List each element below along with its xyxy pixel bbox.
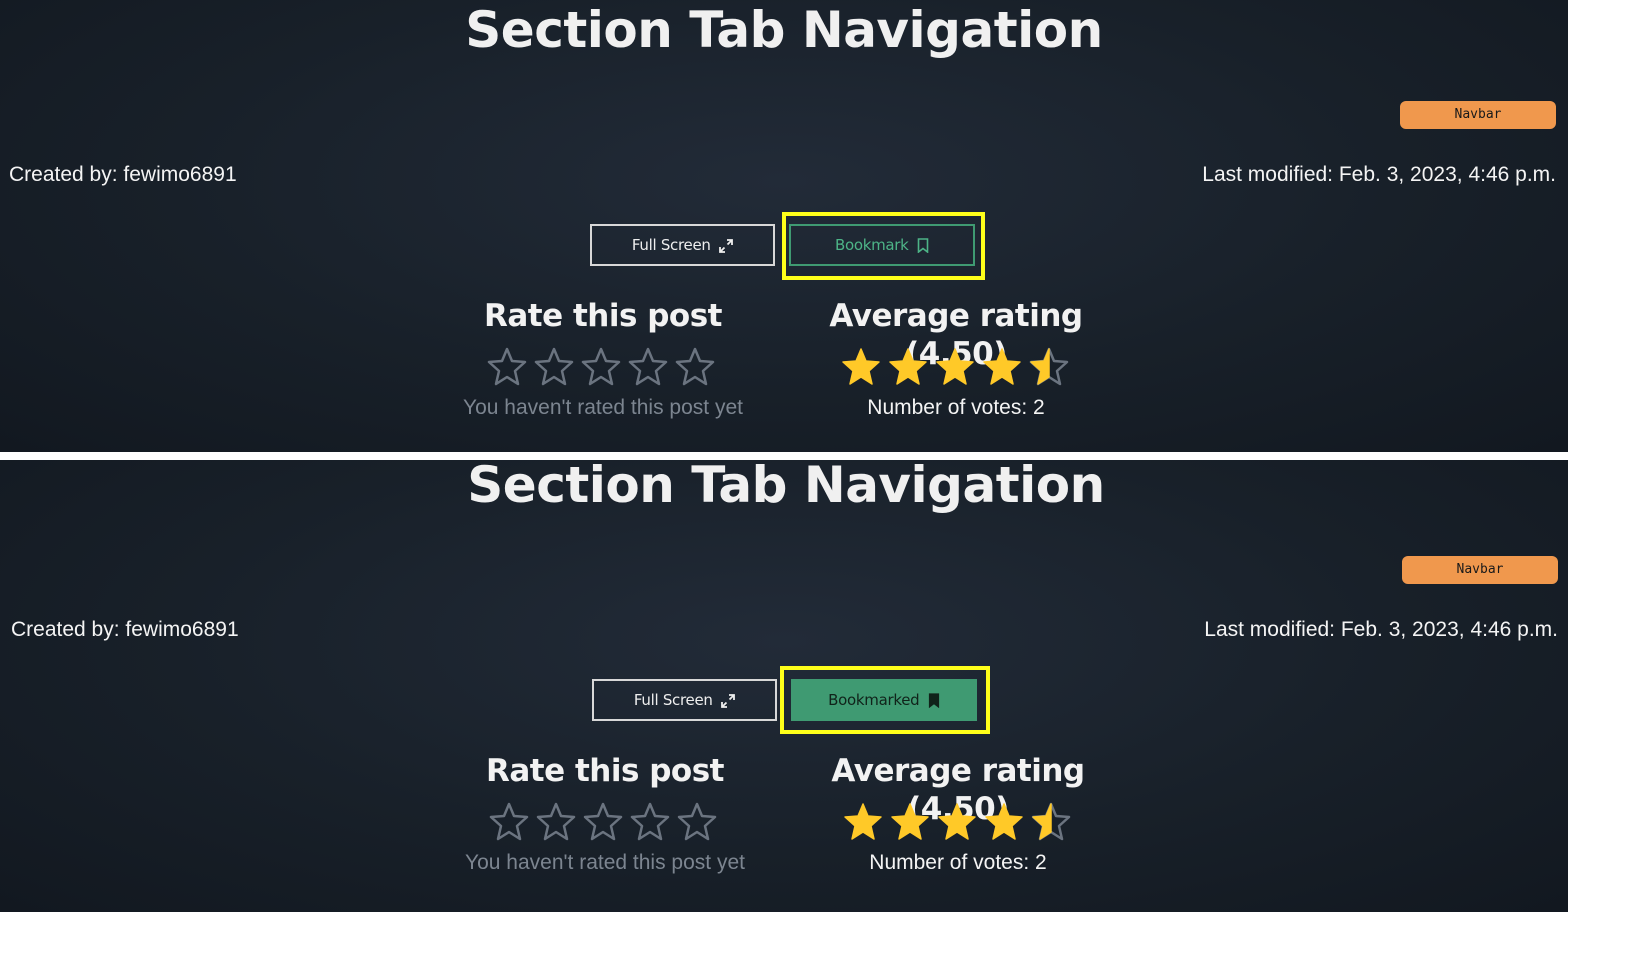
full-screen-button[interactable]: Full Screen [590, 224, 775, 266]
avg-star-4 [983, 348, 1021, 385]
page-margin [1568, 0, 1652, 964]
full-screen-label: Full Screen [631, 236, 711, 254]
category-tag[interactable]: Navbar [1400, 101, 1556, 129]
page-title: Section Tab Navigation [465, 1, 1103, 59]
average-rating-stars [841, 346, 1076, 388]
post-panel-after: Section Tab Navigation Navbar Created by… [0, 460, 1568, 912]
rate-caption: You haven't rated this post yet [465, 851, 745, 874]
rate-star-5[interactable] [677, 801, 717, 841]
avg-star-5-half [1031, 802, 1071, 841]
post-panel-before: Section Tab Navigation Navbar Created by… [0, 0, 1568, 452]
full-screen-button[interactable]: Full Screen [592, 679, 777, 721]
votes-caption: Number of votes: 2 [867, 396, 1045, 419]
avg-star-5-half [1029, 347, 1069, 386]
panel-divider [0, 452, 1568, 460]
rate-star-2[interactable] [536, 801, 576, 841]
user-rating-stars[interactable] [487, 346, 722, 388]
user-rating-stars[interactable] [489, 801, 724, 843]
expand-arrows-icon [719, 238, 733, 253]
rate-star-1[interactable] [487, 346, 527, 386]
average-rating-stars [843, 801, 1078, 843]
avg-star-2 [891, 803, 929, 840]
rate-star-2[interactable] [534, 346, 574, 386]
rate-star-5[interactable] [675, 346, 715, 386]
full-screen-label: Full Screen [633, 691, 713, 709]
bookmarked-button[interactable]: Bookmarked [791, 679, 977, 721]
rate-heading: Rate this post [486, 753, 724, 789]
page-title: Section Tab Navigation [467, 460, 1105, 514]
last-modified: Last modified: Feb. 3, 2023, 4:46 p.m. [1204, 618, 1558, 641]
bookmark-filled-icon [928, 693, 939, 709]
rate-star-4[interactable] [628, 346, 668, 386]
expand-arrows-icon [721, 693, 735, 708]
rate-star-3[interactable] [581, 346, 621, 386]
rate-star-1[interactable] [489, 801, 529, 841]
rate-caption: You haven't rated this post yet [463, 396, 743, 419]
last-modified: Last modified: Feb. 3, 2023, 4:46 p.m. [1202, 163, 1556, 186]
bookmark-outline-icon [917, 238, 929, 254]
avg-star-3 [938, 803, 976, 840]
rate-heading: Rate this post [484, 298, 722, 334]
avg-star-4 [985, 803, 1023, 840]
avg-star-3 [936, 348, 974, 385]
avg-star-1 [844, 803, 882, 840]
category-tag[interactable]: Navbar [1402, 556, 1558, 584]
rate-star-3[interactable] [583, 801, 623, 841]
created-by: Created by: fewimo6891 [9, 163, 237, 186]
bookmark-label: Bookmark [834, 236, 909, 254]
created-by: Created by: fewimo6891 [11, 618, 239, 641]
avg-star-2 [889, 348, 927, 385]
avg-star-1 [842, 348, 880, 385]
bookmark-button[interactable]: Bookmark [789, 224, 975, 266]
votes-caption: Number of votes: 2 [869, 851, 1047, 874]
rate-star-4[interactable] [630, 801, 670, 841]
bookmark-label: Bookmarked [828, 691, 920, 709]
